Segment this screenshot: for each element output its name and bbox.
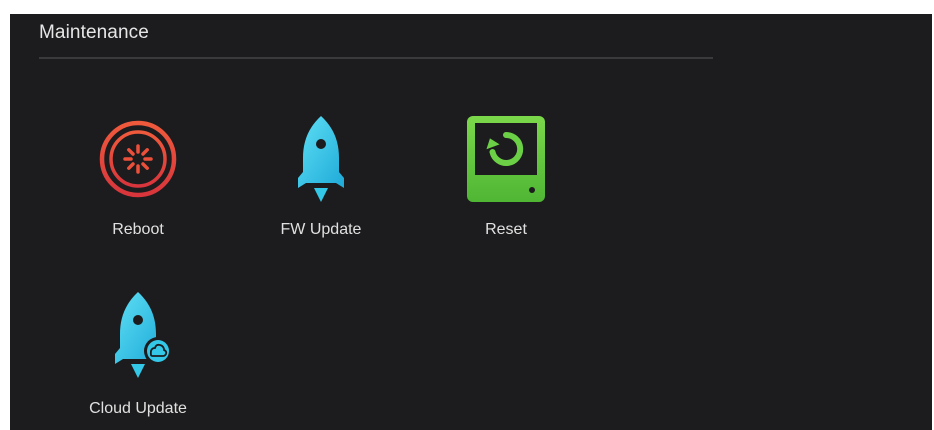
reset-label: Reset xyxy=(485,221,527,238)
maintenance-panel: Maintenance Reboot FW Update Reset Cloud… xyxy=(10,14,932,430)
fw-update-button[interactable]: FW Update xyxy=(261,114,381,244)
rocket-icon xyxy=(298,116,344,202)
reset-button[interactable]: Reset xyxy=(446,114,566,244)
section-divider xyxy=(39,57,713,59)
cloud-rocket-icon xyxy=(115,292,172,378)
reboot-icon xyxy=(99,120,177,198)
reboot-button[interactable]: Reboot xyxy=(78,114,198,244)
fw-update-label: FW Update xyxy=(280,221,362,238)
section-title: Maintenance xyxy=(39,22,149,43)
reboot-label: Reboot xyxy=(112,221,164,238)
cloud-update-button[interactable]: Cloud Update xyxy=(78,290,198,420)
cloud-update-label: Cloud Update xyxy=(89,400,187,417)
reset-icon xyxy=(467,116,545,202)
